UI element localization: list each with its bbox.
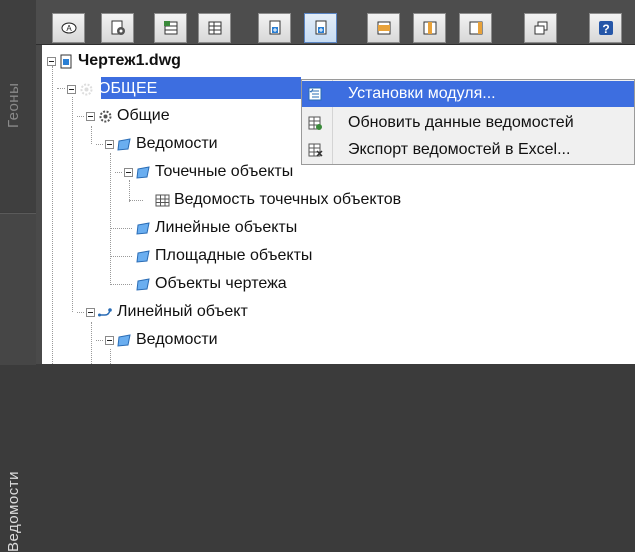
folder-icon bbox=[136, 221, 151, 236]
folder-icon bbox=[136, 165, 151, 180]
column-right-icon bbox=[469, 21, 482, 35]
tree-item-label: Площадные объекты bbox=[155, 247, 313, 264]
tree-item-label: Ведомости bbox=[136, 135, 218, 152]
tree-item-label: Линейные объекты bbox=[155, 219, 298, 236]
tree-item-label: Общие bbox=[117, 107, 170, 124]
toolbar-button-10[interactable] bbox=[524, 13, 557, 43]
tree-item-point-objects[interactable]: Точечные объекты bbox=[124, 160, 293, 184]
tree-item-label: Ведомость точечных объектов bbox=[174, 191, 402, 208]
folder-icon bbox=[117, 137, 132, 152]
folder-icon bbox=[117, 333, 132, 348]
collapse-icon[interactable] bbox=[105, 335, 114, 345]
tree-item-area-objects[interactable]: Площадные объекты bbox=[124, 244, 312, 268]
menu-item-label: Установки модуля... bbox=[348, 85, 496, 102]
tree-item-linear-objects[interactable]: Линейные объекты bbox=[124, 216, 297, 240]
toolbar-button-2[interactable] bbox=[101, 13, 134, 43]
folder-icon bbox=[136, 277, 151, 292]
a-icon: A bbox=[61, 22, 76, 34]
tree-item-point-statement[interactable]: Ведомость точечных объектов bbox=[143, 188, 401, 212]
toolbar-button-6[interactable] bbox=[304, 13, 337, 43]
tree-item-label: Ведомости bbox=[136, 331, 218, 348]
polyline-icon bbox=[98, 305, 113, 320]
sidebar-tab-geons[interactable]: Геоны bbox=[0, 0, 36, 212]
toolbar: A ? bbox=[36, 0, 635, 45]
tree-item-label: Объекты чертежа bbox=[155, 275, 287, 292]
settings-list-icon bbox=[302, 81, 328, 107]
tree-item-general-section[interactable]: ОБЩЕЕ bbox=[67, 77, 157, 101]
table-add-icon bbox=[163, 21, 177, 35]
page-add-icon bbox=[269, 20, 280, 35]
tree-item-label: Линейный объект bbox=[117, 303, 248, 320]
sidebar-tab-label: Геоны bbox=[5, 82, 22, 128]
gear-icon bbox=[79, 82, 94, 97]
menu-item-label: Обновить данные ведомостей bbox=[348, 114, 574, 131]
tree-item-statements-2[interactable]: Ведомости bbox=[105, 328, 218, 352]
collapse-icon[interactable] bbox=[86, 307, 95, 317]
toolbar-button-11[interactable]: ? bbox=[589, 13, 622, 43]
context-menu: Установки модуля... Обновить данные ведо… bbox=[301, 79, 635, 165]
menu-item-refresh-statements[interactable]: Обновить данные ведомостей bbox=[302, 110, 634, 136]
collapse-icon[interactable] bbox=[124, 167, 133, 177]
collapse-icon[interactable] bbox=[67, 84, 76, 94]
toolbar-button-9[interactable] bbox=[459, 13, 492, 43]
tree-item-statements[interactable]: Ведомости bbox=[105, 132, 218, 156]
page-add-active-icon bbox=[315, 20, 326, 35]
tree-item-drawing-objects[interactable]: Объекты чертежа bbox=[124, 272, 287, 296]
tree-item-label: ОБЩЕЕ bbox=[98, 80, 158, 97]
menu-item-label: Экспорт ведомостей в Excel... bbox=[348, 141, 571, 158]
refresh-table-icon bbox=[302, 110, 328, 136]
collapse-icon[interactable] bbox=[105, 139, 114, 149]
help-icon: ? bbox=[598, 21, 613, 36]
collapse-icon[interactable] bbox=[47, 56, 56, 66]
svg-text:?: ? bbox=[602, 22, 609, 36]
tree-item-label: Точечные объекты bbox=[155, 163, 294, 180]
toolbar-button-1[interactable]: A bbox=[52, 13, 85, 43]
folder-icon bbox=[136, 249, 151, 264]
collapse-icon[interactable] bbox=[86, 111, 95, 121]
table-icon bbox=[155, 193, 170, 208]
sidebar-tab-label: Ведомости bbox=[5, 470, 22, 552]
menu-item-module-settings[interactable]: Установки модуля... bbox=[302, 81, 634, 107]
svg-text:A: A bbox=[66, 24, 72, 33]
tree-item-label: Чертеж1.dwg bbox=[78, 52, 181, 69]
toolbar-button-5[interactable] bbox=[258, 13, 291, 43]
sidebar-tab-statements[interactable]: Ведомости bbox=[0, 213, 36, 552]
layout-icon bbox=[377, 21, 390, 35]
menu-item-export-excel[interactable]: Экспорт ведомостей в Excel... bbox=[302, 137, 634, 163]
toolbar-button-3[interactable] bbox=[154, 13, 187, 43]
toolbar-button-8[interactable] bbox=[413, 13, 446, 43]
tree-item-linear-object[interactable]: Линейный объект bbox=[86, 300, 248, 324]
gear-icon bbox=[98, 109, 113, 124]
tree-item-common[interactable]: Общие bbox=[86, 104, 170, 128]
export-table-icon bbox=[302, 137, 328, 163]
table-icon bbox=[208, 21, 221, 35]
sidebar: Геоны Ведомости bbox=[0, 0, 36, 552]
tree-item-root[interactable]: Чертеж1.dwg bbox=[47, 49, 181, 73]
window-icon bbox=[534, 21, 547, 35]
page-gear-icon bbox=[111, 20, 125, 35]
toolbar-button-7[interactable] bbox=[367, 13, 400, 43]
column-icon bbox=[423, 21, 436, 35]
drawing-file-icon bbox=[59, 54, 74, 69]
toolbar-button-4[interactable] bbox=[198, 13, 231, 43]
